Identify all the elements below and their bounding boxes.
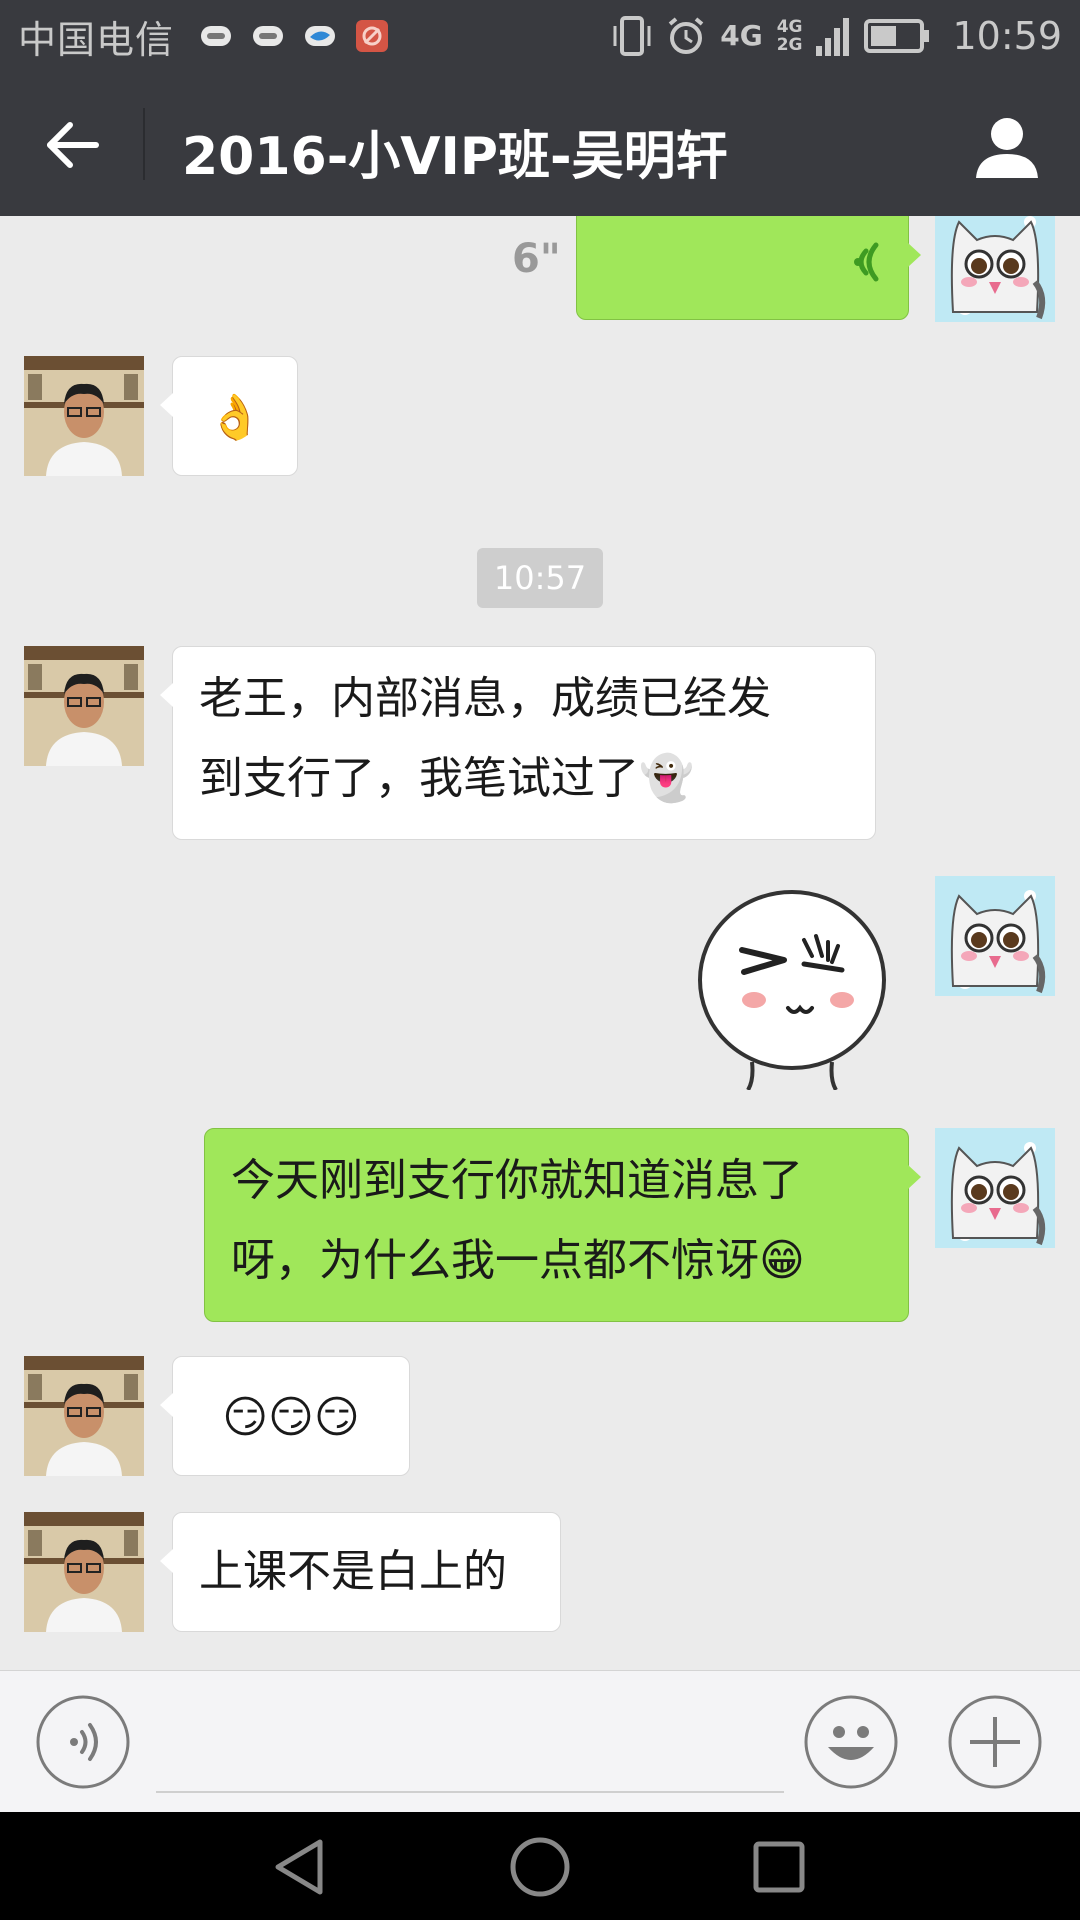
nav-recents-icon[interactable]: [746, 1834, 812, 1900]
contact-avatar[interactable]: [24, 1512, 144, 1632]
message-emoji: 😏😏😏: [222, 1392, 360, 1443]
message-timestamp: 10:57: [477, 548, 603, 608]
message-line: 呀，为什么我一点都不惊讶😁: [231, 1235, 805, 1286]
chat-title: 2016-小VIP班-吴明轩: [182, 127, 728, 187]
network-secondary-label: 4G 2G: [776, 17, 803, 55]
smiley-icon[interactable]: [804, 1695, 898, 1789]
chat-header: 2016-小VIP班-吴明轩: [0, 72, 1080, 216]
contact-avatar[interactable]: [24, 356, 144, 476]
contact-avatar[interactable]: [24, 1356, 144, 1476]
vibrate-icon: [613, 16, 651, 56]
nav-back-icon[interactable]: [268, 1834, 334, 1900]
squinting-face-sticker[interactable]: [692, 880, 892, 1090]
message-line: 今天刚到支行你就知道消息了: [231, 1155, 803, 1206]
person-icon[interactable]: [964, 104, 1050, 190]
self-avatar[interactable]: [935, 1128, 1055, 1248]
message-line: 上课不是白上的: [199, 1546, 507, 1597]
message-line: 老王，内部消息，成绩已经发: [199, 673, 771, 724]
system-nav-bar: [0, 1812, 1080, 1920]
voice-message-bubble[interactable]: [576, 216, 921, 320]
voice-duration: 6": [512, 236, 561, 282]
self-avatar[interactable]: [935, 876, 1055, 996]
clock: 10:59: [952, 14, 1062, 58]
input-bar: [0, 1670, 1080, 1813]
notification-app-icon: [253, 26, 284, 46]
message-bubble-emoji[interactable]: 👌: [160, 356, 298, 476]
battery-icon: [864, 19, 930, 53]
carrier-label: 中国电信: [18, 17, 175, 62]
voice-wave-icon: [854, 242, 879, 282]
notification-app-icon: [356, 20, 389, 52]
message-line: 到支行了，我笔试过了👻: [199, 753, 694, 804]
message-bubble-text[interactable]: 老王，内部消息，成绩已经发 到支行了，我笔试过了👻: [160, 646, 876, 840]
plus-icon[interactable]: [948, 1695, 1042, 1789]
network-type-label: 4G: [720, 19, 763, 52]
back-arrow-icon[interactable]: [30, 102, 116, 188]
message-bubble-text[interactable]: 今天刚到支行你就知道消息了 呀，为什么我一点都不惊讶😁: [204, 1128, 921, 1322]
notification-app-icon: [305, 26, 336, 46]
message-bubble-emoji[interactable]: 😏😏😏: [160, 1356, 410, 1476]
message-emoji: 👌: [207, 392, 263, 443]
voice-input-icon[interactable]: [36, 1695, 130, 1789]
status-bar: 中国电信 4G 4G 2G 10:59: [0, 0, 1080, 72]
message-bubble-text[interactable]: 上课不是白上的: [160, 1512, 561, 1632]
signal-icon: [816, 18, 850, 56]
self-avatar[interactable]: [935, 216, 1055, 322]
alarm-icon: [668, 17, 704, 54]
notification-app-icon: [201, 26, 232, 46]
header-divider: [143, 108, 145, 180]
message-input[interactable]: [156, 1691, 784, 1793]
message-list[interactable]: 6" 👌 10:57 老王，内部消息，成绩已经发 到支行了，我笔试过了👻 今天刚…: [0, 216, 1080, 1670]
nav-home-icon[interactable]: [507, 1834, 573, 1900]
contact-avatar[interactable]: [24, 646, 144, 766]
